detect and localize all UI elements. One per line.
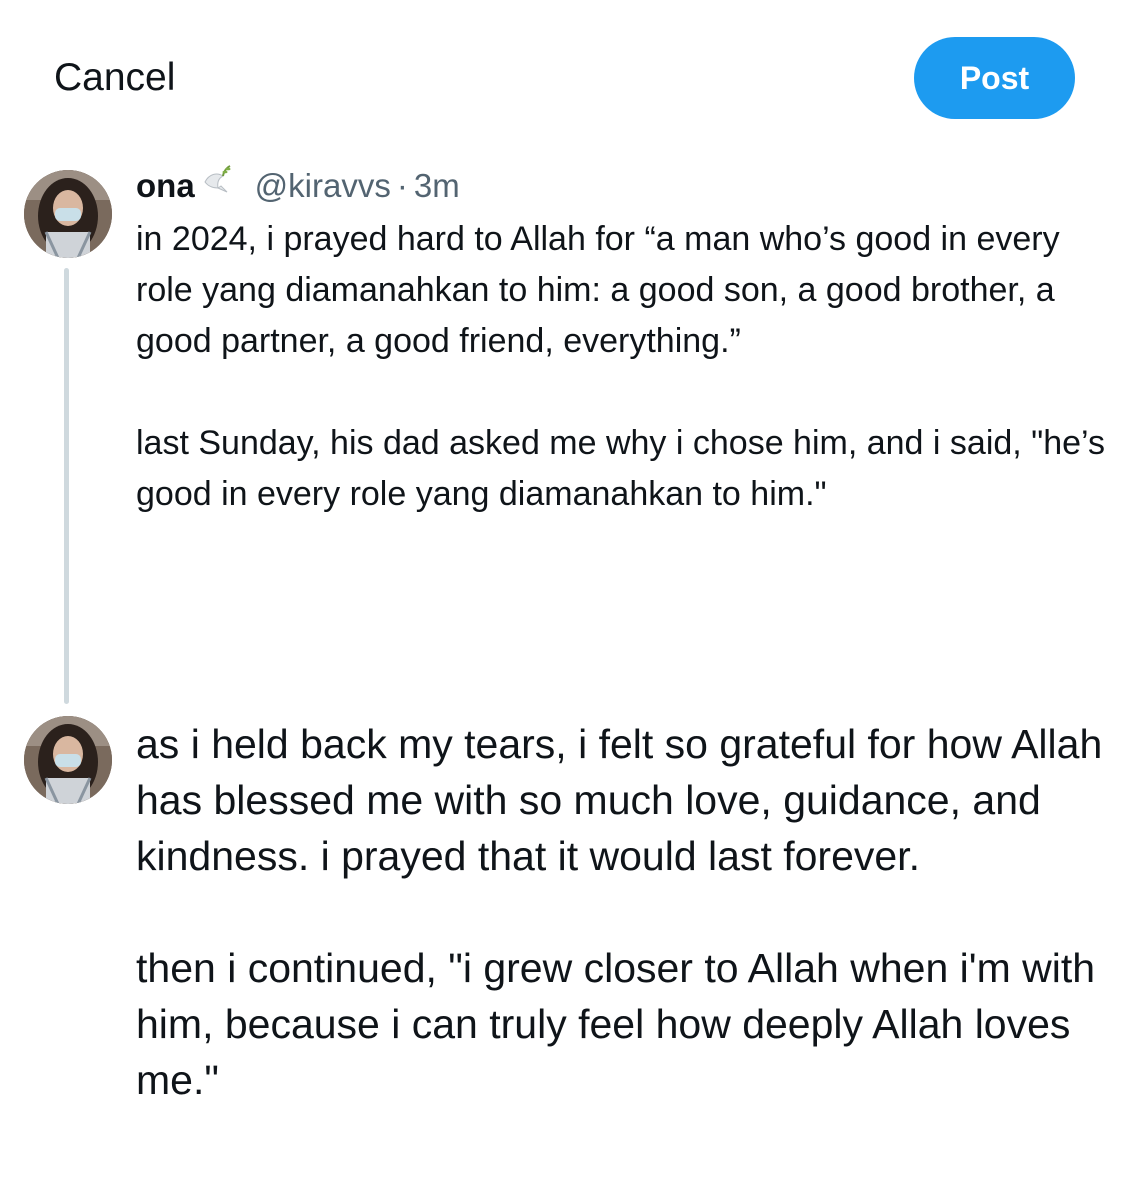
avatar[interactable] <box>24 170 112 258</box>
avatar[interactable] <box>24 716 112 804</box>
timestamp[interactable]: 3m <box>414 164 460 208</box>
avatar-photo <box>24 170 112 258</box>
dove-icon <box>197 162 233 198</box>
avatar-photo <box>24 716 112 804</box>
tweet-header: ona @kiravvs · 3m <box>136 164 460 208</box>
display-name[interactable]: ona <box>136 164 195 208</box>
post-button[interactable]: Post <box>914 37 1075 119</box>
separator-dot: · <box>396 167 408 204</box>
reply-compose-text[interactable]: as i held back my tears, i felt so grate… <box>136 716 1116 1108</box>
tweet-text: in 2024, i prayed hard to Allah for “a m… <box>136 220 1105 513</box>
handle[interactable]: @kiravvs <box>255 164 391 208</box>
cancel-button[interactable]: Cancel <box>54 54 175 102</box>
thread-connector-line <box>64 268 69 704</box>
